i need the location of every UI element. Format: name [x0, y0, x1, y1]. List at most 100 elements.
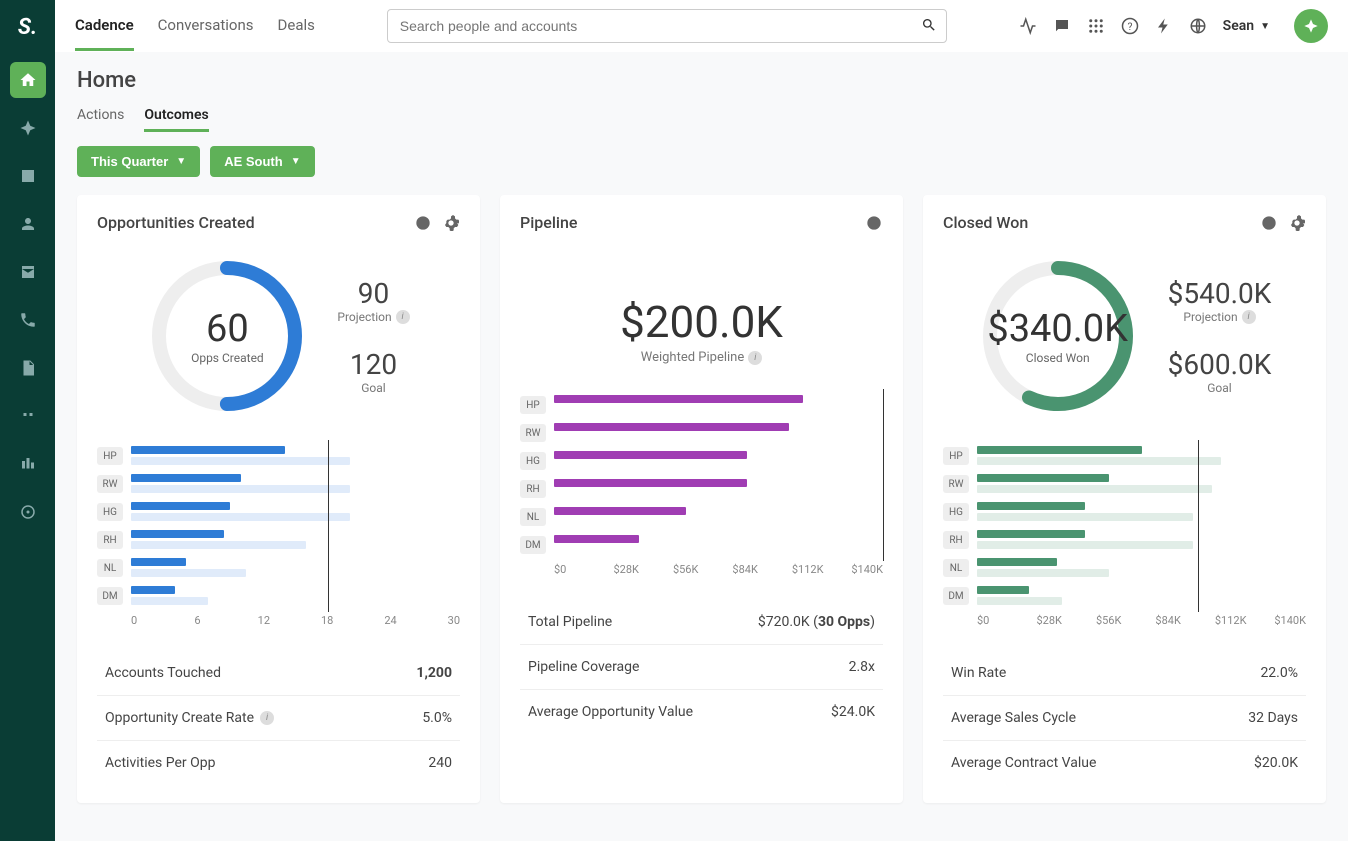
- hbar-row: RW: [520, 423, 883, 443]
- hbar-primary: [554, 395, 803, 403]
- subtab-actions[interactable]: Actions: [77, 107, 124, 132]
- card-title: Opportunities Created: [97, 213, 255, 232]
- hbar-label: NL: [520, 508, 546, 526]
- axis-tick: $84K: [732, 563, 791, 576]
- card-title: Closed Won: [943, 213, 1028, 232]
- hbar-track: [131, 558, 460, 578]
- hbar-row: RH: [520, 479, 883, 499]
- chat-icon[interactable]: [1053, 17, 1071, 35]
- axis-tick: 6: [194, 614, 257, 627]
- info-icon[interactable]: i: [1242, 310, 1256, 324]
- axis-tick: $56K: [673, 563, 732, 576]
- hbar-primary: [554, 423, 789, 431]
- hbar-label: HG: [97, 503, 123, 521]
- hbar-label: HP: [97, 447, 123, 465]
- filter-team[interactable]: AE South▼: [210, 146, 314, 177]
- big-metric-label: Weighted Pipeline i: [520, 350, 883, 365]
- globe-icon[interactable]: [1189, 17, 1207, 35]
- hbar-label: RH: [97, 531, 123, 549]
- goal-line: [328, 440, 329, 612]
- gear-icon[interactable]: [1288, 214, 1306, 232]
- goal-value: $600.0K: [1168, 348, 1272, 381]
- filter-team-label: AE South: [224, 154, 283, 169]
- hbar-track: [977, 446, 1306, 466]
- nav-home-icon[interactable]: [10, 62, 46, 98]
- stat-label: Accounts Touched: [105, 665, 221, 681]
- nav-phone-icon[interactable]: [10, 302, 46, 338]
- hbar-primary: [554, 479, 747, 487]
- hbar-track: [131, 446, 460, 466]
- nav-target-icon[interactable]: [10, 494, 46, 530]
- topnav-deals[interactable]: Deals: [278, 2, 315, 51]
- hbar-primary: [977, 530, 1085, 538]
- nav-person-icon[interactable]: [10, 206, 46, 242]
- stat-value: $720.0K (30 Opps): [758, 614, 875, 630]
- hbar-label: HP: [943, 447, 969, 465]
- hbar-secondary: [131, 597, 208, 605]
- filter-period[interactable]: This Quarter▼: [77, 146, 200, 177]
- info-icon[interactable]: [1260, 214, 1278, 232]
- hbar-chart: HP RW HG RH NL: [943, 446, 1306, 627]
- hbar-track: [554, 451, 883, 471]
- hbar-label: RH: [943, 531, 969, 549]
- nav-mail-icon[interactable]: [10, 254, 46, 290]
- axis-tick: $0: [554, 563, 613, 576]
- info-icon[interactable]: i: [260, 711, 274, 725]
- hbar-primary: [131, 502, 230, 510]
- hbar-track: [131, 586, 460, 606]
- hbar-label: RW: [520, 424, 546, 442]
- activity-icon[interactable]: [1019, 17, 1037, 35]
- topnav-cadence[interactable]: Cadence: [75, 2, 134, 51]
- bolt-icon[interactable]: [1155, 17, 1173, 35]
- goal-label: Goal: [350, 381, 397, 395]
- apps-icon[interactable]: [1087, 17, 1105, 35]
- avatar[interactable]: [1294, 9, 1328, 43]
- info-icon[interactable]: i: [748, 351, 762, 365]
- info-icon[interactable]: [865, 214, 883, 232]
- axis-tick: $140K: [1274, 614, 1306, 627]
- user-name: Sean: [1223, 18, 1254, 34]
- axis-tick: 12: [258, 614, 321, 627]
- hbar-secondary: [977, 485, 1212, 493]
- hbar-row: HP: [943, 446, 1306, 466]
- axis-tick: $140K: [851, 563, 883, 576]
- search-icon[interactable]: [921, 17, 937, 37]
- topnav: Cadence Conversations Deals: [75, 2, 315, 51]
- filters: This Quarter▼ AE South▼: [77, 146, 1326, 177]
- hbar-track: [977, 502, 1306, 522]
- gear-icon[interactable]: [442, 214, 460, 232]
- stat-label: Average Opportunity Value: [528, 704, 693, 720]
- nav-building-icon[interactable]: [10, 158, 46, 194]
- topnav-conversations[interactable]: Conversations: [158, 2, 254, 51]
- chevron-down-icon: ▼: [176, 156, 186, 167]
- stats-list: Total Pipeline $720.0K (30 Opps) Pipelin…: [520, 600, 883, 734]
- hbar-secondary: [977, 541, 1193, 549]
- stat-value: $24.0K: [831, 704, 875, 720]
- stat-row: Total Pipeline $720.0K (30 Opps): [520, 600, 883, 645]
- stat-row: Average Sales Cycle 32 Days: [943, 696, 1306, 741]
- hbar-label: HG: [943, 503, 969, 521]
- hbar-label: DM: [97, 587, 123, 605]
- toolbar: ? Sean▼: [1019, 9, 1328, 43]
- card-title: Pipeline: [520, 213, 577, 232]
- info-icon[interactable]: i: [396, 310, 410, 324]
- search-input[interactable]: [387, 9, 947, 43]
- info-icon[interactable]: [414, 214, 432, 232]
- big-metric-value: $200.0K: [520, 296, 883, 348]
- subtab-outcomes[interactable]: Outcomes: [144, 107, 208, 132]
- hbar-track: [131, 530, 460, 550]
- hbar-secondary: [131, 513, 350, 521]
- hbar-primary: [131, 530, 224, 538]
- nav-quote-icon[interactable]: [10, 398, 46, 434]
- user-menu[interactable]: Sean▼: [1223, 18, 1270, 34]
- nav-rocket-icon[interactable]: [10, 110, 46, 146]
- hbar-row: HP: [97, 446, 460, 466]
- axis-tick: 24: [384, 614, 447, 627]
- hbar-track: [554, 535, 883, 555]
- projection-label: Projection i: [1168, 310, 1272, 324]
- axis-tick: $112K: [1215, 614, 1274, 627]
- hbar-label: RH: [520, 480, 546, 498]
- nav-document-icon[interactable]: [10, 350, 46, 386]
- help-icon[interactable]: ?: [1121, 17, 1139, 35]
- nav-chart-icon[interactable]: [10, 446, 46, 482]
